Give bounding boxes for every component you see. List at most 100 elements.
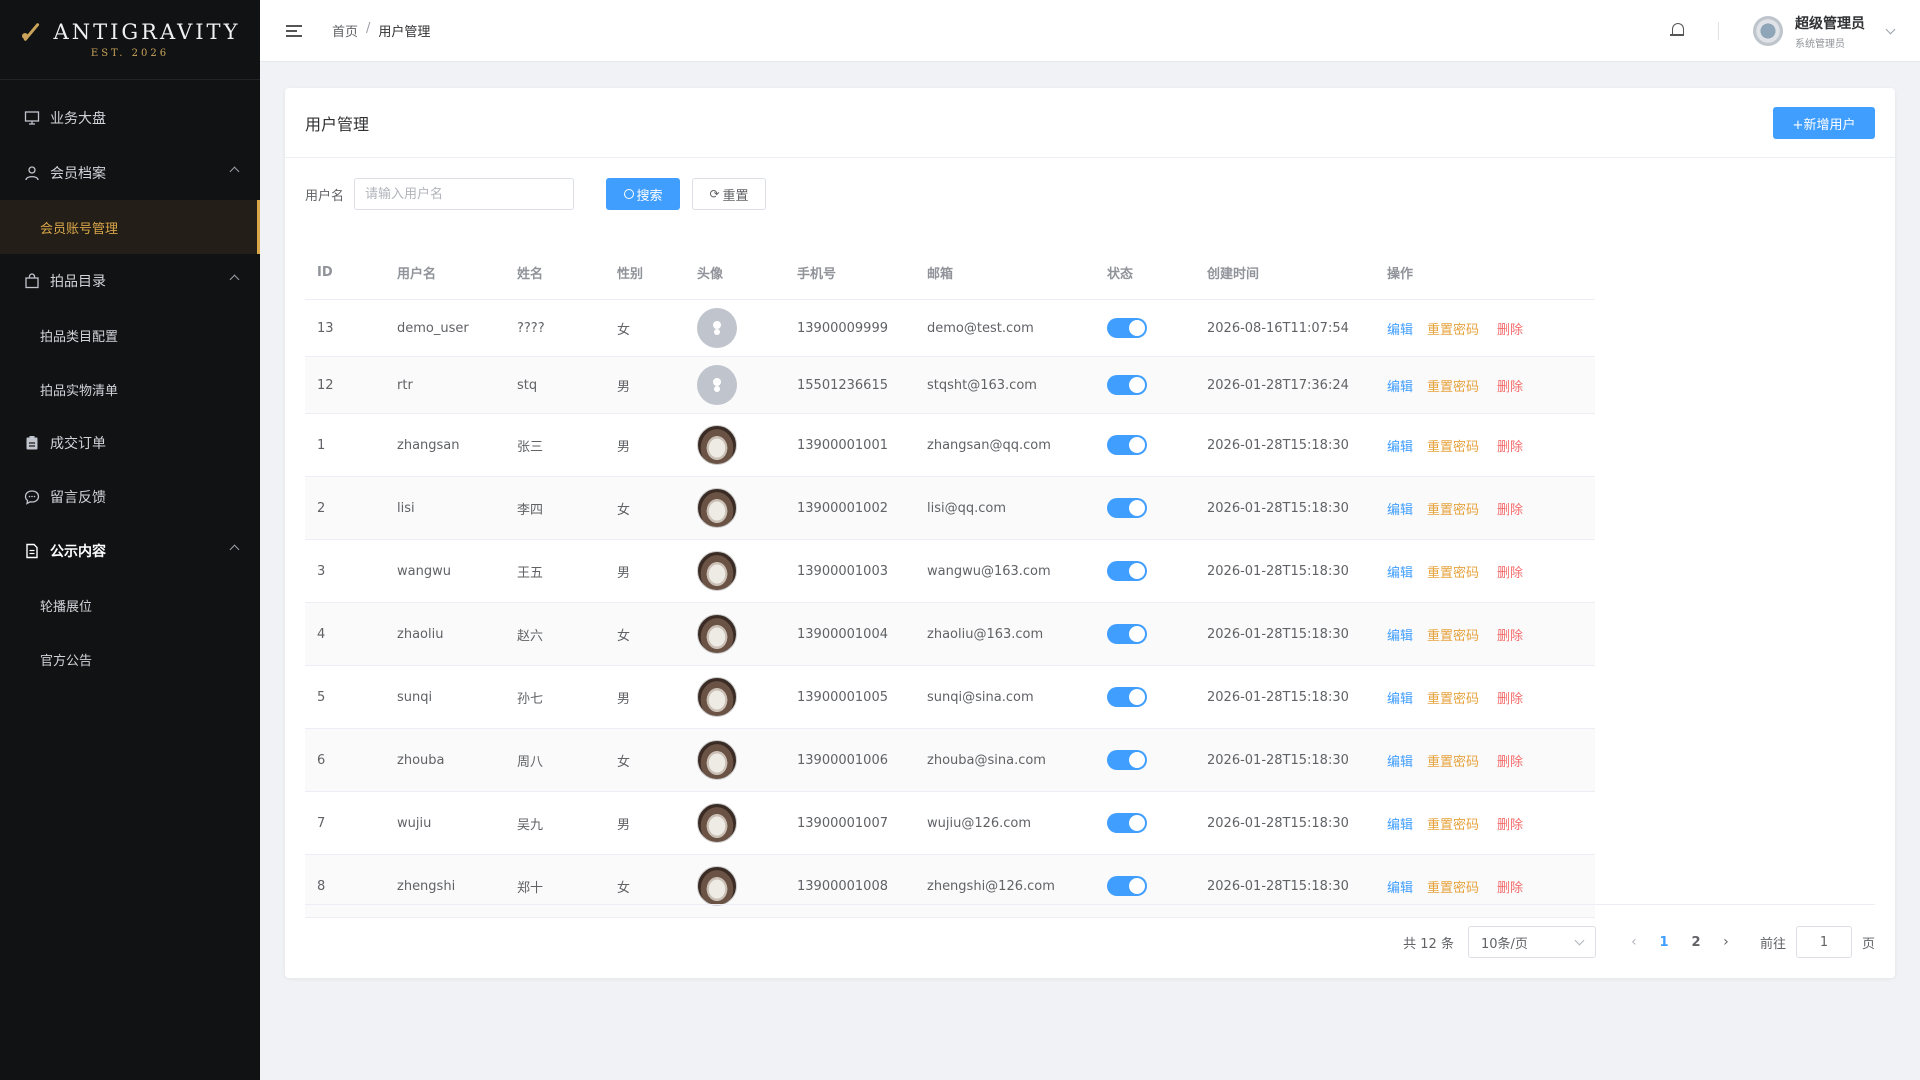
delete-button[interactable]: 删除 [1497, 503, 1523, 518]
status-toggle[interactable] [1107, 375, 1147, 395]
status-toggle[interactable] [1107, 498, 1147, 518]
logo[interactable]: ANTIGRAVITY EST. 2026 [0, 0, 260, 80]
sidebar-item-banners[interactable]: 轮播展位 [0, 578, 260, 632]
edit-button[interactable]: 编辑 [1387, 440, 1413, 455]
reset-password-button[interactable]: 重置密码 [1427, 881, 1479, 896]
status-toggle[interactable] [1107, 624, 1147, 644]
edit-button[interactable]: 编辑 [1387, 323, 1413, 338]
sidebar-item-members[interactable]: 会员档案 [0, 146, 260, 200]
delete-button[interactable]: 删除 [1497, 440, 1523, 455]
status-toggle[interactable] [1107, 318, 1147, 338]
cell-username: zhangsan [397, 437, 460, 453]
sidebar-item-public-content[interactable]: 公示内容 [0, 524, 260, 578]
menu-toggle-icon[interactable] [286, 24, 302, 37]
cell-status [1095, 561, 1195, 581]
search-button[interactable]: 搜索 [606, 178, 681, 210]
status-toggle[interactable] [1107, 687, 1147, 707]
cell-status [1095, 498, 1195, 518]
cell-id: 4 [317, 626, 326, 642]
delete-button[interactable]: 删除 [1497, 881, 1523, 896]
sidebar-item-lot-inventory[interactable]: 拍品实物清单 [0, 362, 260, 416]
sidebar-item-lots[interactable]: 拍品目录 [0, 254, 260, 308]
cell-email: wujiu@126.com [927, 815, 1032, 831]
reset-password-button[interactable]: 重置密码 [1427, 755, 1479, 770]
username-search-input[interactable] [354, 178, 575, 210]
edit-button[interactable]: 编辑 [1387, 629, 1413, 644]
avatar [697, 425, 737, 465]
reset-password-button[interactable]: 重置密码 [1427, 380, 1479, 395]
user-menu[interactable]: 超级管理员 系统管理员 [1795, 13, 1865, 50]
cell-gender: 男 [617, 439, 631, 455]
edit-button[interactable]: 编辑 [1387, 566, 1413, 581]
reset-password-button[interactable]: 重置密码 [1427, 440, 1479, 455]
reset-password-button[interactable]: 重置密码 [1427, 323, 1479, 338]
cell-email: zhouba@sina.com [927, 752, 1046, 768]
cell-name: 郑十 [517, 880, 544, 896]
status-toggle[interactable] [1107, 435, 1147, 455]
prev-page-button[interactable]: ‹ [1620, 934, 1648, 950]
avatar [697, 488, 737, 528]
delete-button[interactable]: 删除 [1497, 629, 1523, 644]
chevron-down-icon[interactable] [1885, 24, 1896, 34]
status-toggle[interactable] [1107, 813, 1147, 833]
page-size-select[interactable]: 10条/页 [1467, 926, 1596, 958]
page-number[interactable]: 1 [1648, 935, 1680, 950]
edit-button[interactable]: 编辑 [1387, 503, 1413, 518]
clipboard-icon [24, 435, 40, 451]
brand-tagline: EST. 2026 [90, 48, 170, 59]
cell-id: 12 [317, 377, 334, 393]
cell-email: lisi@qq.com [927, 500, 1007, 516]
delete-button[interactable]: 删除 [1497, 818, 1523, 833]
edit-button[interactable]: 编辑 [1387, 881, 1413, 896]
edit-button[interactable]: 编辑 [1387, 755, 1413, 770]
breadcrumb-home[interactable]: 首页 [332, 21, 358, 40]
edit-button[interactable]: 编辑 [1387, 692, 1413, 707]
chevron-up-icon [229, 544, 240, 555]
status-toggle[interactable] [1107, 876, 1147, 896]
cell-created: 2026-08-16T11:07:54 [1207, 320, 1349, 336]
column-header: 手机号 [797, 267, 837, 282]
delete-button[interactable]: 删除 [1497, 380, 1523, 395]
cell-actions: 编辑 重置密码 删除 [1375, 814, 1595, 833]
cell-id: 5 [317, 689, 326, 705]
reset-password-button[interactable]: 重置密码 [1427, 503, 1479, 518]
cell-gender: 女 [617, 754, 631, 770]
sidebar-item-announcements[interactable]: 官方公告 [0, 632, 260, 686]
bell-icon[interactable] [1668, 21, 1688, 41]
user-icon [24, 165, 40, 181]
sidebar-item-member-accounts[interactable]: 会员账号管理 [0, 200, 260, 254]
sidebar-item-dashboard[interactable]: 业务大盘 [0, 90, 260, 146]
reset-button[interactable]: ⟳ 重置 [692, 178, 767, 210]
reset-button-label: 重置 [722, 188, 749, 204]
search-icon [623, 189, 634, 199]
sidebar-item-feedback[interactable]: 留言反馈 [0, 470, 260, 524]
reset-password-button[interactable]: 重置密码 [1427, 629, 1479, 644]
edit-button[interactable]: 编辑 [1387, 380, 1413, 395]
cell-email: stqsht@163.com [927, 377, 1037, 393]
goto-page-input[interactable] [1795, 926, 1852, 958]
avatar[interactable] [1753, 16, 1783, 46]
page-number[interactable]: 2 [1680, 935, 1712, 950]
reset-password-button[interactable]: 重置密码 [1427, 692, 1479, 707]
cell-gender: 女 [617, 322, 631, 338]
reset-password-button[interactable]: 重置密码 [1427, 566, 1479, 581]
status-toggle[interactable] [1107, 750, 1147, 770]
delete-button[interactable]: 删除 [1497, 755, 1523, 770]
cell-avatar [685, 425, 785, 465]
cell-actions: 编辑 重置密码 删除 [1375, 436, 1595, 455]
column-header: 性别 [617, 267, 644, 282]
delete-button[interactable]: 删除 [1497, 692, 1523, 707]
cell-created: 2026-01-28T15:18:30 [1207, 563, 1349, 579]
next-page-button[interactable]: › [1712, 934, 1740, 950]
delete-button[interactable]: 删除 [1497, 566, 1523, 581]
add-user-button[interactable]: +新增用户 [1773, 107, 1875, 139]
cell-id: 1 [317, 437, 326, 453]
table-row: 3 wangwu 王五 男 13900001003 wangwu@163.com 2026-… [305, 540, 1595, 603]
status-toggle[interactable] [1107, 561, 1147, 581]
delete-button[interactable]: 删除 [1497, 323, 1523, 338]
sidebar-item-orders[interactable]: 成交订单 [0, 416, 260, 470]
reset-password-button[interactable]: 重置密码 [1427, 818, 1479, 833]
sidebar-item-lot-categories[interactable]: 拍品类目配置 [0, 308, 260, 362]
edit-button[interactable]: 编辑 [1387, 818, 1413, 833]
dashboard-icon [24, 110, 40, 126]
